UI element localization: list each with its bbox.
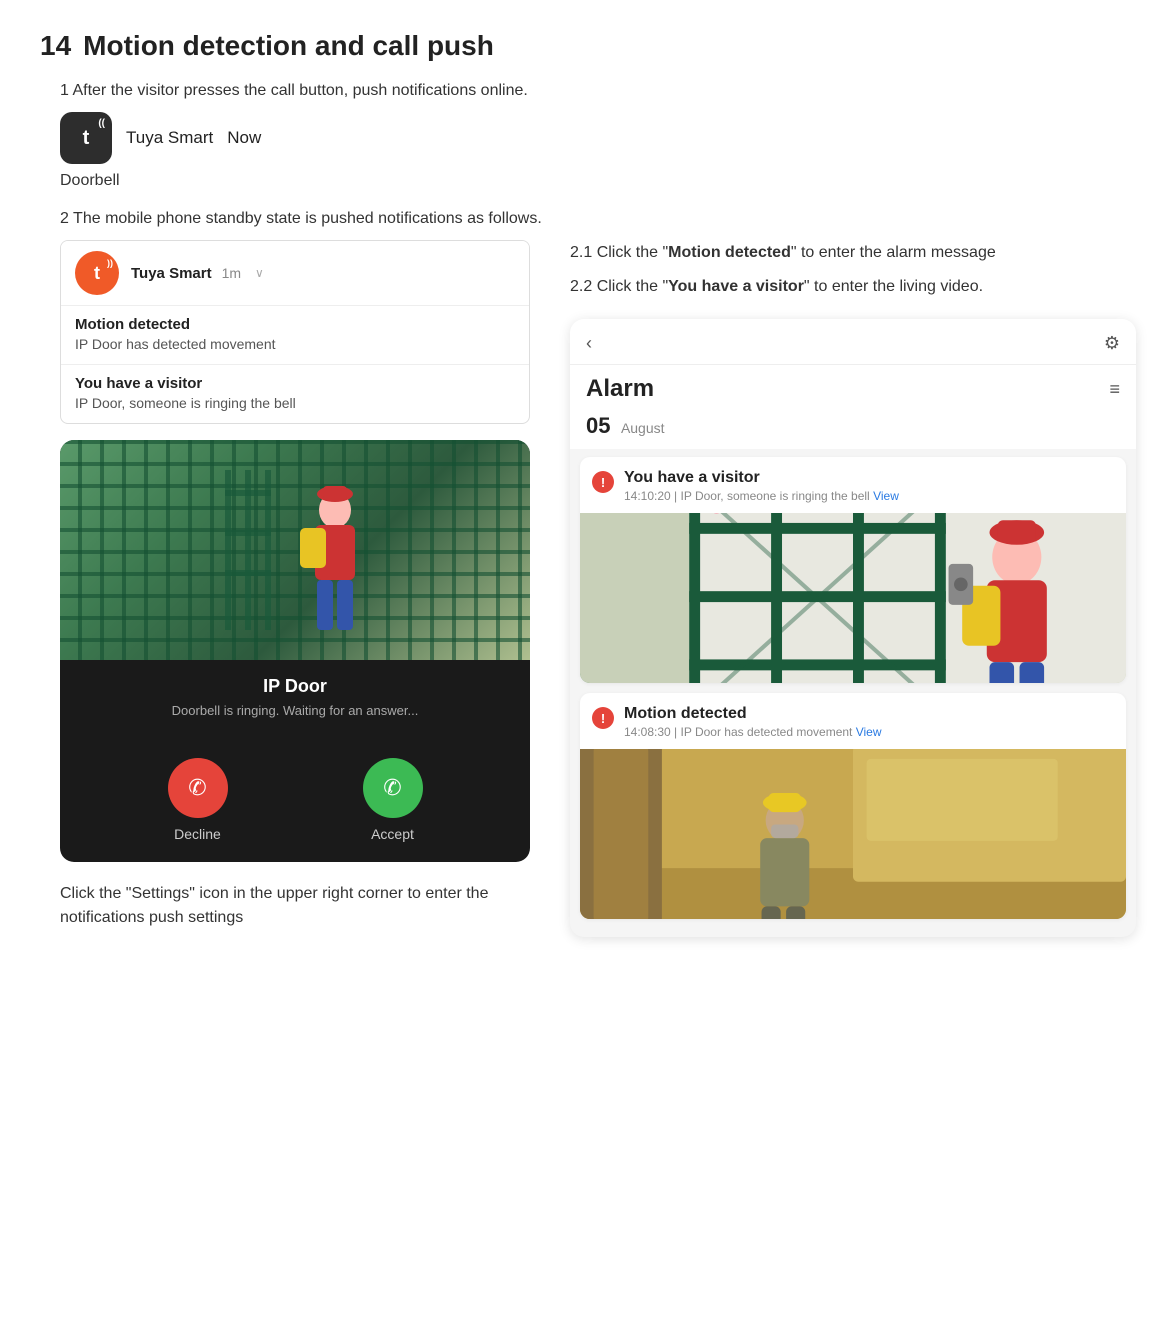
motion-alert-symbol: ! bbox=[601, 711, 605, 726]
step1-notif-sub: Doorbell bbox=[60, 172, 1136, 190]
notif-brand: Tuya Smart bbox=[131, 265, 212, 282]
notif-time: 1m bbox=[222, 265, 241, 281]
accept-button[interactable]: ✆ bbox=[363, 758, 423, 818]
alarm-month: August bbox=[621, 420, 665, 436]
alarm-date-row: 05 August bbox=[570, 409, 1136, 449]
tuya-letter: t bbox=[83, 127, 90, 150]
notif-card-header: t )) Tuya Smart 1m ∨ bbox=[61, 241, 529, 305]
notif-meta: Tuya Smart 1m ∨ bbox=[131, 265, 264, 282]
call-info: IP Door Doorbell is ringing. Waiting for… bbox=[60, 660, 530, 758]
motion-alarm-header: ! Motion detected 14:08:30 | IP Door has… bbox=[580, 693, 1126, 749]
tuya-dark-icon: t (( bbox=[60, 112, 112, 164]
tuya-orange-icon: t )) bbox=[75, 251, 119, 295]
title-text: Motion detection and call push bbox=[83, 30, 494, 62]
step1-text: 1 After the visitor presses the call but… bbox=[60, 82, 1136, 100]
settings-button[interactable]: ⚙ bbox=[1104, 333, 1120, 354]
call-image-overlay bbox=[60, 440, 530, 660]
chevron-icon: ∨ bbox=[255, 266, 264, 280]
alarm-phone-screen: ‹ ⚙ ≡ Alarm 05 August ! bbox=[570, 319, 1136, 937]
alarm-items-list: ! You have a visitor 14:10:20 | IP Door,… bbox=[570, 449, 1136, 937]
motion-notif-body[interactable]: Motion detected IP Door has detected mov… bbox=[61, 306, 529, 364]
visitor-alarm-title: You have a visitor bbox=[624, 469, 899, 487]
alarm-title-text: Alarm bbox=[586, 375, 654, 402]
alert-symbol: ! bbox=[601, 475, 605, 490]
section-number: 14 bbox=[40, 30, 71, 62]
right-column: 2.1 Click the "Motion detected" to enter… bbox=[570, 240, 1136, 937]
motion-scene-svg bbox=[580, 749, 1126, 919]
call-device-name: IP Door bbox=[76, 676, 514, 697]
notification-card: t )) Tuya Smart 1m ∨ Motion detected IP … bbox=[60, 240, 530, 424]
step1-app-name: Tuya Smart bbox=[126, 128, 213, 148]
tuya-orange-letter: t bbox=[94, 263, 100, 284]
visitor-alarm-time: 14:10:20 | IP Door, someone is ringing t… bbox=[624, 489, 899, 503]
alarm-day: 05 bbox=[586, 413, 610, 438]
visitor-notif-title: You have a visitor bbox=[75, 375, 515, 392]
decline-btn-group[interactable]: ✆ Decline bbox=[168, 758, 228, 842]
visitor-image-bg bbox=[580, 513, 1126, 683]
accept-icon: ✆ bbox=[383, 775, 401, 801]
alarm-menu-icon[interactable]: ≡ bbox=[1109, 379, 1120, 400]
left-column: t )) Tuya Smart 1m ∨ Motion detected IP … bbox=[40, 240, 530, 937]
call-screen: IP Door Doorbell is ringing. Waiting for… bbox=[60, 440, 530, 862]
accept-btn-group[interactable]: ✆ Accept bbox=[363, 758, 423, 842]
motion-alarm-title: Motion detected bbox=[624, 705, 882, 723]
visitor-view-link[interactable]: View bbox=[873, 489, 899, 503]
visitor-alarm-content: You have a visitor 14:10:20 | IP Door, s… bbox=[624, 469, 899, 505]
instruction-22: 2.2 Click the "You have a visitor" to en… bbox=[570, 274, 1136, 300]
visitor-alarm-header: ! You have a visitor 14:10:20 | IP Door,… bbox=[580, 457, 1126, 513]
accept-label: Accept bbox=[371, 826, 414, 842]
page-title: 14 Motion detection and call push bbox=[40, 30, 1136, 62]
visitor-alert-icon: ! bbox=[592, 471, 614, 493]
visitor-scene-svg bbox=[580, 513, 1126, 683]
instruction-block: 2.1 Click the "Motion detected" to enter… bbox=[570, 240, 1136, 299]
motion-image-bg bbox=[580, 749, 1126, 919]
visitor-alarm-item[interactable]: ! You have a visitor 14:10:20 | IP Door,… bbox=[580, 457, 1126, 683]
decline-button[interactable]: ✆ bbox=[168, 758, 228, 818]
settings-note: Click the "Settings" icon in the upper r… bbox=[60, 882, 530, 930]
motion-alert-icon: ! bbox=[592, 707, 614, 729]
motion-detected-bold: Motion detected bbox=[668, 244, 791, 261]
signal-icon: (( bbox=[98, 118, 105, 129]
signal-arc-icon: )) bbox=[107, 258, 113, 268]
alarm-title-row: ≡ Alarm bbox=[570, 365, 1136, 409]
motion-alarm-time: 14:08:30 | IP Door has detected movement… bbox=[624, 725, 882, 739]
phone-header: ‹ ⚙ bbox=[570, 319, 1136, 365]
back-button[interactable]: ‹ bbox=[586, 333, 592, 354]
visitor-notif-desc: IP Door, someone is ringing the bell bbox=[75, 395, 515, 411]
motion-notif-title: Motion detected bbox=[75, 316, 515, 333]
visitor-alarm-image bbox=[580, 513, 1126, 683]
motion-notif-desc: IP Door has detected movement bbox=[75, 336, 515, 352]
visitor-bold: You have a visitor bbox=[668, 278, 804, 295]
visitor-notif-body[interactable]: You have a visitor IP Door, someone is r… bbox=[61, 364, 529, 423]
motion-alarm-image bbox=[580, 749, 1126, 919]
visitor-illustration bbox=[205, 450, 385, 650]
decline-icon: ✆ bbox=[188, 775, 206, 801]
motion-view-link[interactable]: View bbox=[856, 725, 882, 739]
main-layout: t )) Tuya Smart 1m ∨ Motion detected IP … bbox=[40, 240, 1136, 937]
step2-text: 2 The mobile phone standby state is push… bbox=[60, 210, 1136, 228]
step1-time: Now bbox=[227, 128, 261, 148]
instruction-21: 2.1 Click the "Motion detected" to enter… bbox=[570, 240, 1136, 266]
call-buttons: ✆ Decline ✆ Accept bbox=[60, 758, 530, 862]
motion-alarm-content: Motion detected 14:08:30 | IP Door has d… bbox=[624, 705, 882, 741]
call-image bbox=[60, 440, 530, 660]
call-device-status: Doorbell is ringing. Waiting for an answ… bbox=[76, 703, 514, 718]
decline-label: Decline bbox=[174, 826, 221, 842]
motion-alarm-item[interactable]: ! Motion detected 14:08:30 | IP Door has… bbox=[580, 693, 1126, 919]
step1-notif-row: t (( Tuya Smart Now bbox=[60, 112, 1136, 164]
